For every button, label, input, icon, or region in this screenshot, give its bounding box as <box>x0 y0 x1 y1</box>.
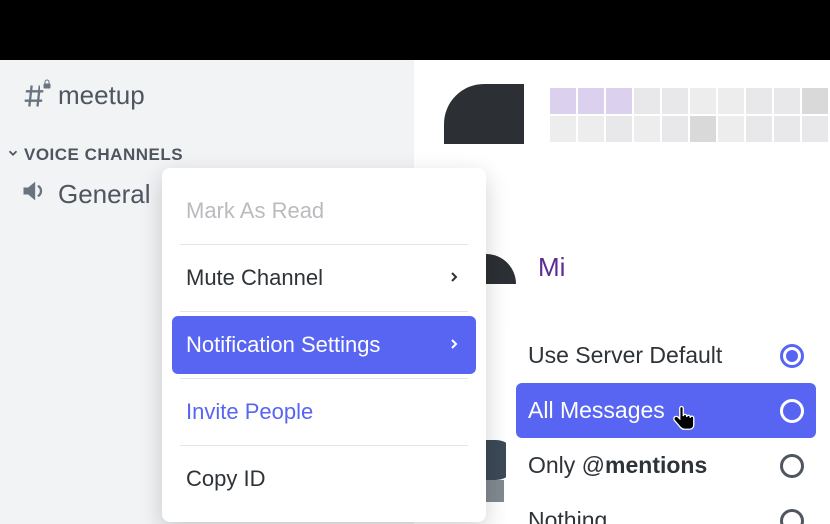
section-label: VOICE CHANNELS <box>24 145 183 165</box>
menu-separator <box>180 445 468 446</box>
option-label: Only @mentions <box>528 452 707 479</box>
option-label: Use Server Default <box>528 342 722 369</box>
option-use-server-default[interactable]: Use Server Default <box>506 328 826 383</box>
hash-lock-icon <box>20 82 48 110</box>
notification-submenu: Use Server Default All Messages Only @me… <box>506 328 826 524</box>
chevron-right-icon <box>446 332 462 358</box>
decorative-pixels <box>550 88 828 114</box>
menu-mark-as-read: Mark As Read <box>162 182 486 240</box>
radio-icon <box>780 344 804 368</box>
radio-icon <box>780 454 804 478</box>
radio-icon <box>780 509 804 524</box>
avatar-fragment <box>444 84 524 144</box>
menu-label: Mute Channel <box>186 265 323 291</box>
menu-separator <box>180 311 468 312</box>
menu-mute-channel[interactable]: Mute Channel <box>162 249 486 307</box>
menu-separator <box>180 244 468 245</box>
menu-notification-settings[interactable]: Notification Settings <box>172 316 476 374</box>
menu-invite-people[interactable]: Invite People <box>162 383 486 441</box>
avatar-fragment <box>486 254 516 284</box>
menu-copy-id[interactable]: Copy ID <box>162 450 486 508</box>
option-label: All Messages <box>528 397 665 424</box>
text-channel-label: meetup <box>58 80 145 111</box>
username-fragment: Mi <box>538 252 565 283</box>
option-all-messages[interactable]: All Messages <box>516 383 816 438</box>
menu-label: Copy ID <box>186 466 265 492</box>
text-channel-meetup[interactable]: meetup <box>0 74 414 117</box>
chevron-down-icon <box>6 145 20 165</box>
voice-channel-label: General <box>58 179 151 210</box>
window-titlebar <box>0 0 830 60</box>
app-body: meetup VOICE CHANNELS General Mi <box>0 60 830 524</box>
option-nothing[interactable]: Nothing <box>506 493 826 524</box>
menu-label: Notification Settings <box>186 332 380 358</box>
option-label: Nothing <box>528 507 607 524</box>
speaker-icon <box>20 177 48 212</box>
menu-label: Mark As Read <box>186 198 324 224</box>
radio-icon <box>780 399 804 423</box>
decorative-pixels <box>550 116 828 142</box>
option-only-mentions[interactable]: Only @mentions <box>506 438 826 493</box>
menu-separator <box>180 378 468 379</box>
channel-context-menu: Mark As Read Mute Channel Notification S… <box>162 168 486 522</box>
voice-channels-header[interactable]: VOICE CHANNELS <box>0 117 414 171</box>
menu-label: Invite People <box>186 399 313 425</box>
chevron-right-icon <box>446 265 462 291</box>
